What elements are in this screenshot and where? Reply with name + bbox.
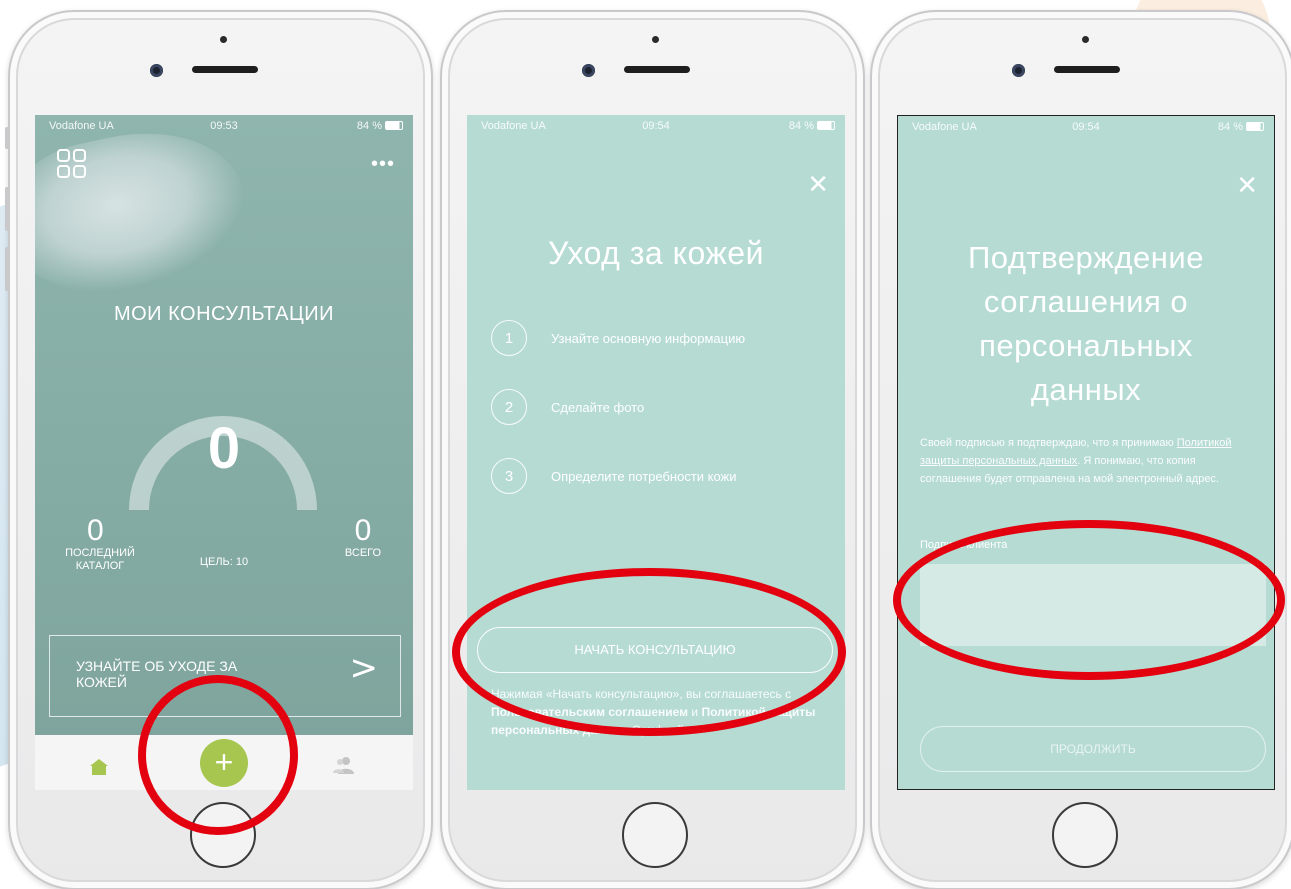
battery-icon: [817, 121, 835, 130]
consent-text: Своей подписью я подтверждаю, что я прин…: [920, 434, 1240, 488]
stat-total-label: ВСЕГО: [344, 547, 382, 559]
home-hardware-button[interactable]: [1052, 802, 1118, 868]
step-number: 1: [491, 320, 527, 356]
step-item: 1 Узнайте основную информацию: [491, 320, 745, 356]
home-icon[interactable]: [90, 759, 108, 775]
battery-icon: [385, 121, 403, 130]
consent-prefix: Своей подписью я подтверждаю, что я прин…: [920, 437, 1177, 449]
chevron-right-icon: >: [349, 648, 379, 688]
proximity-sensor: [652, 36, 659, 43]
battery-percent: 84 %: [356, 120, 382, 132]
battery-percent: 84 %: [788, 120, 814, 132]
earpiece-speaker: [192, 66, 258, 73]
status-bar: Vodafone UA 09:54 84 %: [898, 121, 1274, 137]
phone-frame-2: Vodafone UA 09:54 84 % ✕ Уход за кожей 1…: [440, 10, 865, 889]
step-number: 3: [491, 458, 527, 494]
mute-switch: [5, 127, 9, 149]
status-bar: Vodafone UA 09:54 84 %: [467, 120, 845, 136]
highlight-oval-signature-field: [893, 520, 1285, 680]
step-label: Определите потребности кожи: [551, 468, 737, 484]
phone-frame-3: Vodafone UA 09:54 84 % ✕ Подтверждение с…: [870, 10, 1291, 889]
stat-total: 0 ВСЕГО: [333, 515, 393, 560]
earpiece-speaker: [624, 66, 690, 73]
battery-indicator: 84 %: [789, 120, 835, 132]
highlight-oval-add-button: [138, 675, 298, 835]
step-item: 2 Сделайте фото: [491, 389, 644, 425]
front-camera: [150, 64, 163, 77]
volume-up-button: [5, 187, 9, 231]
battery-percent: 84 %: [1217, 121, 1243, 133]
highlight-oval-start-button: [452, 568, 846, 736]
page-title: МОИ КОНСУЛЬТАЦИИ: [113, 303, 335, 325]
proximity-sensor: [220, 36, 227, 43]
battery-icon: [1246, 122, 1264, 131]
grid-menu-icon[interactable]: [57, 149, 91, 183]
battery-indicator: 84 %: [1218, 121, 1264, 133]
stat-total-value: 0: [354, 514, 372, 547]
page-title: Уход за кожей: [548, 235, 764, 271]
step-label: Узнайте основную информацию: [551, 330, 746, 346]
earpiece-speaker: [1054, 66, 1120, 73]
front-camera: [582, 64, 595, 77]
stat-last-catalog-value: 0: [87, 514, 104, 547]
cream-splash-image: [35, 115, 259, 308]
step-label: Сделайте фото: [551, 399, 645, 415]
close-icon[interactable]: ✕: [807, 170, 829, 200]
people-icon[interactable]: [333, 756, 355, 774]
more-icon[interactable]: •••: [371, 154, 395, 174]
home-hardware-button[interactable]: [622, 802, 688, 868]
gauge-value: 0: [207, 416, 241, 481]
battery-indicator: 84 %: [357, 120, 403, 132]
screen-privacy-consent: Vodafone UA 09:54 84 % ✕ Подтверждение с…: [897, 115, 1275, 790]
continue-button[interactable]: ПРОДОЛЖИТЬ: [920, 726, 1266, 772]
proximity-sensor: [1082, 36, 1089, 43]
step-number: 2: [491, 389, 527, 425]
volume-down-button: [5, 247, 9, 291]
page-title: Подтверждение соглашения о персональных …: [968, 240, 1204, 407]
close-icon[interactable]: ✕: [1236, 171, 1258, 201]
front-camera: [1012, 64, 1025, 77]
status-bar: Vodafone UA 09:53 84 %: [35, 120, 413, 136]
step-item: 3 Определите потребности кожи: [491, 458, 737, 494]
